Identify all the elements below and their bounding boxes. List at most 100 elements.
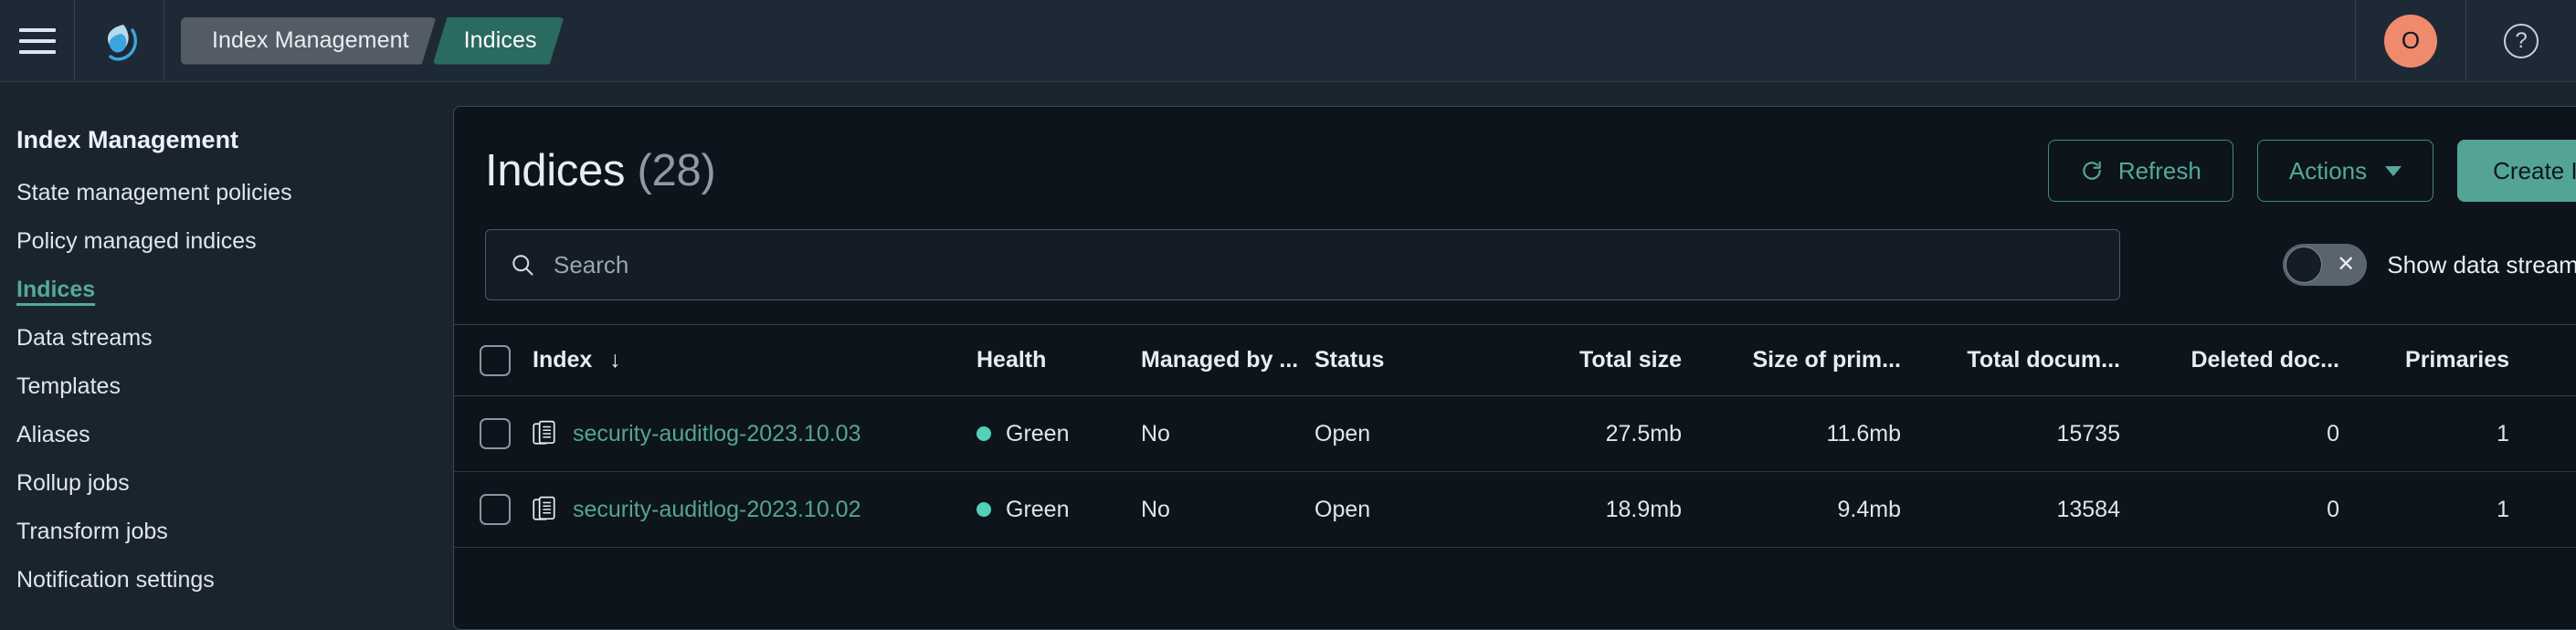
arrow-down-icon: ↓ <box>609 347 621 373</box>
column-header-status[interactable]: Status <box>1314 324 1479 396</box>
cell-size-of-primaries: 11.6mb <box>1698 395 1917 472</box>
health-status-dot <box>977 502 991 517</box>
row-checkbox[interactable] <box>480 494 511 525</box>
table-header: Index ↓ Health Managed by ... Status Tot… <box>454 324 2576 396</box>
create-index-button[interactable]: Create Index <box>2457 140 2576 202</box>
column-header-total-documents[interactable]: Total docum... <box>1917 324 2137 396</box>
main-content: Indices (28) Refresh Actions Create Sear… <box>453 82 2576 630</box>
column-header-managed-by[interactable]: Managed by ... <box>1141 324 1314 396</box>
sidebar-item-transform-jobs[interactable]: Transform jobs <box>13 520 172 543</box>
table-body: security-auditlog-2023.10.03 Green No Op… <box>454 395 2576 548</box>
document-icon <box>533 420 555 445</box>
select-all-header <box>454 324 533 396</box>
page-body: Index Management State management polici… <box>0 82 2576 630</box>
cell-total-size: 27.5mb <box>1479 395 1698 472</box>
document-icon <box>533 496 555 520</box>
sidebar-item-aliases[interactable]: Aliases <box>13 424 94 446</box>
column-header-index-label: Index <box>533 347 593 373</box>
page-title-text: Indices <box>485 146 626 195</box>
top-bar-right-group: O ? <box>2355 0 2576 81</box>
sidebar-item-templates[interactable]: Templates <box>13 375 124 398</box>
refresh-button-label: Refresh <box>2117 156 2201 184</box>
actions-button[interactable]: Actions <box>2256 140 2434 202</box>
cell-index: security-auditlog-2023.10.02 <box>533 471 977 548</box>
cell-index: security-auditlog-2023.10.03 <box>533 395 977 472</box>
sidebar-item-data-streams[interactable]: Data streams <box>13 327 156 350</box>
panel-header: Indices (28) Refresh Actions Create <box>454 107 2576 229</box>
show-data-stream-indices-control: ✕ Show data stream indices <box>2283 244 2576 286</box>
health-label: Green <box>1006 420 1070 446</box>
cell-replicas: 1 <box>2526 395 2576 472</box>
avatar[interactable]: O <box>2384 14 2437 68</box>
sidebar-title: Index Management <box>16 126 239 153</box>
opensearch-logo-icon <box>107 24 137 60</box>
row-select-cell <box>454 395 533 472</box>
help-button[interactable]: ? <box>2466 0 2576 81</box>
cell-primaries: 1 <box>2356 471 2526 548</box>
show-data-stream-indices-toggle[interactable]: ✕ <box>2283 244 2368 286</box>
breadcrumb: Index Management Indices <box>164 0 565 81</box>
sidebar-item-indices[interactable]: Indices <box>13 278 99 301</box>
sidebar-item-notification-settings[interactable]: Notification settings <box>13 569 218 592</box>
close-x-icon: ✕ <box>2337 252 2356 277</box>
question-mark-icon[interactable]: ? <box>2504 23 2539 58</box>
cell-health: Green <box>977 471 1141 548</box>
index-link[interactable]: security-auditlog-2023.10.02 <box>573 497 860 523</box>
column-header-deleted-documents[interactable]: Deleted doc... <box>2137 324 2356 396</box>
health-status-dot <box>977 426 991 441</box>
index-link[interactable]: security-auditlog-2023.10.03 <box>573 421 860 447</box>
toggle-knob <box>2286 247 2323 283</box>
top-navigation-bar: Index Management Indices O ? <box>0 0 2576 82</box>
cell-deleted-documents: 0 <box>2137 395 2356 472</box>
indices-table: Index ↓ Health Managed by ... Status Tot… <box>454 324 2576 548</box>
actions-button-label: Actions <box>2288 156 2368 184</box>
row-checkbox[interactable] <box>480 418 511 449</box>
app-logo[interactable] <box>75 0 164 81</box>
sidebar-item-state-management-policies[interactable]: State management policies <box>13 182 296 205</box>
search-input[interactable] <box>554 250 2096 279</box>
search-row: ✕ Show data stream indices <box>454 229 2576 324</box>
column-header-total-size[interactable]: Total size <box>1479 324 1698 396</box>
row-select-cell <box>454 471 533 548</box>
show-data-stream-indices-label: Show data stream indices <box>2387 250 2576 278</box>
cell-managed-by: No <box>1141 471 1314 548</box>
cell-managed-by: No <box>1141 395 1314 472</box>
search-icon <box>512 255 533 276</box>
cell-total-documents: 13584 <box>1917 471 2137 548</box>
breadcrumb-item-indices[interactable]: Indices <box>433 17 565 65</box>
cell-health: Green <box>977 395 1141 472</box>
cell-total-size: 18.9mb <box>1479 471 1698 548</box>
menu-toggle-button[interactable] <box>0 0 75 81</box>
create-index-button-label: Create Index <box>2493 156 2576 184</box>
indices-panel: Indices (28) Refresh Actions Create Sear… <box>453 106 2576 630</box>
search-box[interactable] <box>485 229 2120 300</box>
column-header-size-of-primaries[interactable]: Size of prim... <box>1698 324 1917 396</box>
cell-primaries: 1 <box>2356 395 2526 472</box>
sidebar-item-rollup-jobs[interactable]: Rollup jobs <box>13 472 133 495</box>
refresh-button[interactable]: Refresh <box>2047 140 2233 202</box>
hamburger-icon[interactable] <box>18 27 56 54</box>
page-title: Indices (28) <box>485 145 716 196</box>
chevron-down-icon <box>2385 165 2402 176</box>
panel-action-buttons: Refresh Actions Create Index <box>2047 140 2576 202</box>
table-row[interactable]: security-auditlog-2023.10.02 Green No Op… <box>454 471 2576 548</box>
cell-status: Open <box>1314 395 1479 472</box>
cell-size-of-primaries: 9.4mb <box>1698 471 1917 548</box>
select-all-checkbox[interactable] <box>480 344 511 376</box>
health-label: Green <box>1006 496 1070 522</box>
sidebar-item-policy-managed-indices[interactable]: Policy managed indices <box>13 230 260 253</box>
column-header-health[interactable]: Health <box>977 324 1141 396</box>
indices-count: (28) <box>637 146 716 195</box>
column-header-replicas[interactable]: Replicas <box>2526 324 2576 396</box>
column-header-primaries[interactable]: Primaries <box>2356 324 2526 396</box>
breadcrumb-item-index-management[interactable]: Index Management <box>181 17 437 65</box>
table-header-row: Index ↓ Health Managed by ... Status Tot… <box>454 324 2576 396</box>
avatar-container[interactable]: O <box>2355 0 2466 81</box>
sidebar: Index Management State management polici… <box>0 82 453 630</box>
cell-total-documents: 15735 <box>1917 395 2137 472</box>
cell-deleted-documents: 0 <box>2137 471 2356 548</box>
column-header-index[interactable]: Index ↓ <box>533 324 977 396</box>
table-row[interactable]: security-auditlog-2023.10.03 Green No Op… <box>454 395 2576 472</box>
refresh-icon <box>2083 161 2101 180</box>
cell-status: Open <box>1314 471 1479 548</box>
